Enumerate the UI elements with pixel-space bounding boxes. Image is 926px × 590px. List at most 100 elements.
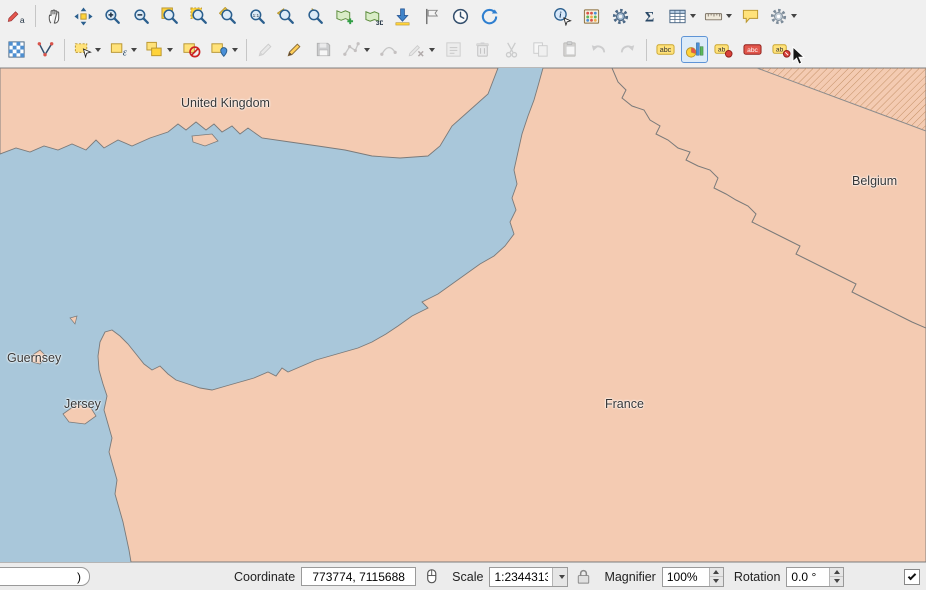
new-3d-map-view-button[interactable]: 3D: [360, 3, 387, 30]
undo-icon: [589, 40, 608, 59]
rotation-spinbox[interactable]: [786, 567, 844, 587]
select-by-location-button[interactable]: [207, 36, 241, 63]
gear-gray-icon: [769, 7, 788, 26]
magnifier-spinbox[interactable]: [662, 567, 724, 587]
temporal-controller-button[interactable]: [447, 3, 474, 30]
attribute-table-button[interactable]: [665, 3, 699, 30]
digitize-icon: [342, 40, 361, 59]
diagram-options-button[interactable]: [681, 36, 708, 63]
dropdown-caret-icon[interactable]: [131, 48, 137, 52]
locator-input[interactable]: [0, 567, 90, 586]
pencil-icon: [285, 40, 304, 59]
rotation-up-button[interactable]: [830, 568, 843, 578]
zoom-in-button[interactable]: [99, 3, 126, 30]
processing-toolbox-button[interactable]: [607, 3, 634, 30]
show-statistics-button[interactable]: Σ: [636, 3, 663, 30]
dropdown-caret-icon[interactable]: [95, 48, 101, 52]
pan-arrows-icon: [74, 7, 93, 26]
svg-text:1:1: 1:1: [253, 12, 260, 18]
pencil-a-icon: a: [7, 7, 26, 26]
zoom-layer-icon: [219, 7, 238, 26]
ab-pin-icon: ab: [714, 40, 733, 59]
copy-icon: [531, 40, 550, 59]
gear-icon: [611, 7, 630, 26]
magnifier-up-button[interactable]: [710, 568, 723, 578]
mouse-position-icon[interactable]: [422, 567, 442, 587]
scale-label: Scale: [452, 570, 483, 584]
zoom-last-icon: [277, 7, 296, 26]
dropdown-caret-icon[interactable]: [726, 14, 732, 18]
copy-features-button: [527, 36, 554, 63]
highlight-pinned-labels-button[interactable]: abc: [739, 36, 766, 63]
select-by-expression-button[interactable]: ε: [106, 36, 140, 63]
pan-map-button[interactable]: [41, 3, 68, 30]
dropdown-caret-icon[interactable]: [690, 14, 696, 18]
rotation-input[interactable]: [787, 568, 829, 586]
chevron-down-icon: [559, 575, 565, 579]
identify-features-button[interactable]: i: [549, 3, 576, 30]
render-checkbox[interactable]: [904, 569, 920, 585]
zoom-native-button[interactable]: 1:1: [244, 3, 271, 30]
map-canvas[interactable]: United Kingdom Belgium Guernsey Jersey F…: [0, 68, 926, 562]
zoom-next-icon: [306, 7, 325, 26]
map-new-icon: [335, 7, 354, 26]
select-all-button[interactable]: [142, 36, 176, 63]
labeling-options-button[interactable]: abc: [652, 36, 679, 63]
lock-icon[interactable]: [574, 567, 594, 587]
cut-features-button: [498, 36, 525, 63]
vertex-tool-button[interactable]: [32, 36, 59, 63]
new-map-view-button[interactable]: [331, 3, 358, 30]
zoom-next-button[interactable]: [302, 3, 329, 30]
dropdown-caret-icon[interactable]: [429, 48, 435, 52]
statistical-summary-button[interactable]: [578, 3, 605, 30]
move-label-button[interactable]: ab: [768, 36, 795, 63]
toolbar-separator: [246, 39, 247, 61]
dropdown-caret-icon[interactable]: [791, 14, 797, 18]
zoom-last-button[interactable]: [273, 3, 300, 30]
dropdown-caret-icon[interactable]: [364, 48, 370, 52]
zoom-native-icon: 1:1: [248, 7, 267, 26]
zoom-to-layer-button[interactable]: [215, 3, 242, 30]
zoom-full-icon: [161, 7, 180, 26]
style-pencil-button[interactable]: a: [3, 3, 30, 30]
refresh-map-button[interactable]: [476, 3, 503, 30]
scale-combo[interactable]: [489, 567, 568, 587]
svg-text:3D: 3D: [376, 20, 383, 26]
temporal-flag-button[interactable]: [418, 3, 445, 30]
rotation-label: Rotation: [734, 570, 781, 584]
zoom-out-button[interactable]: [128, 3, 155, 30]
map-3d-icon: 3D: [364, 7, 383, 26]
select-features-button[interactable]: [70, 36, 104, 63]
map-navigation-toolbar: a 1:1 3D i Σ: [0, 0, 926, 32]
abc-icon: abc: [656, 40, 675, 59]
scale-dropdown-button[interactable]: [552, 568, 567, 586]
hand-icon: [45, 7, 64, 26]
toolbar-separator: [35, 5, 36, 27]
select-rect-icon: [73, 40, 92, 59]
toolbar-separator: [64, 39, 65, 61]
deselect-features-button[interactable]: [178, 36, 205, 63]
rotation-down-button[interactable]: [830, 577, 843, 586]
delete-selected-button: [469, 36, 496, 63]
toggle-editing-button[interactable]: [281, 36, 308, 63]
map-label-jersey: Jersey: [64, 397, 101, 411]
modify-icon: [444, 40, 463, 59]
diagram-icon: [685, 40, 704, 59]
coordinate-input[interactable]: [301, 567, 416, 586]
magnifier-input[interactable]: [663, 568, 709, 586]
trash-icon: [473, 40, 492, 59]
data-source-manager-button[interactable]: [389, 3, 416, 30]
measure-button[interactable]: [701, 3, 735, 30]
zoom-full-button[interactable]: [157, 3, 184, 30]
vertex-checker-button[interactable]: [3, 36, 30, 63]
pin-labels-button[interactable]: ab: [710, 36, 737, 63]
zoom-out-icon: [132, 7, 151, 26]
web-menu-button[interactable]: [766, 3, 800, 30]
magnifier-down-button[interactable]: [710, 577, 723, 586]
dropdown-caret-icon[interactable]: [232, 48, 238, 52]
dropdown-caret-icon[interactable]: [167, 48, 173, 52]
pan-to-selection-button[interactable]: [70, 3, 97, 30]
map-tips-button[interactable]: [737, 3, 764, 30]
zoom-to-selection-button[interactable]: [186, 3, 213, 30]
scale-input[interactable]: [490, 568, 552, 585]
